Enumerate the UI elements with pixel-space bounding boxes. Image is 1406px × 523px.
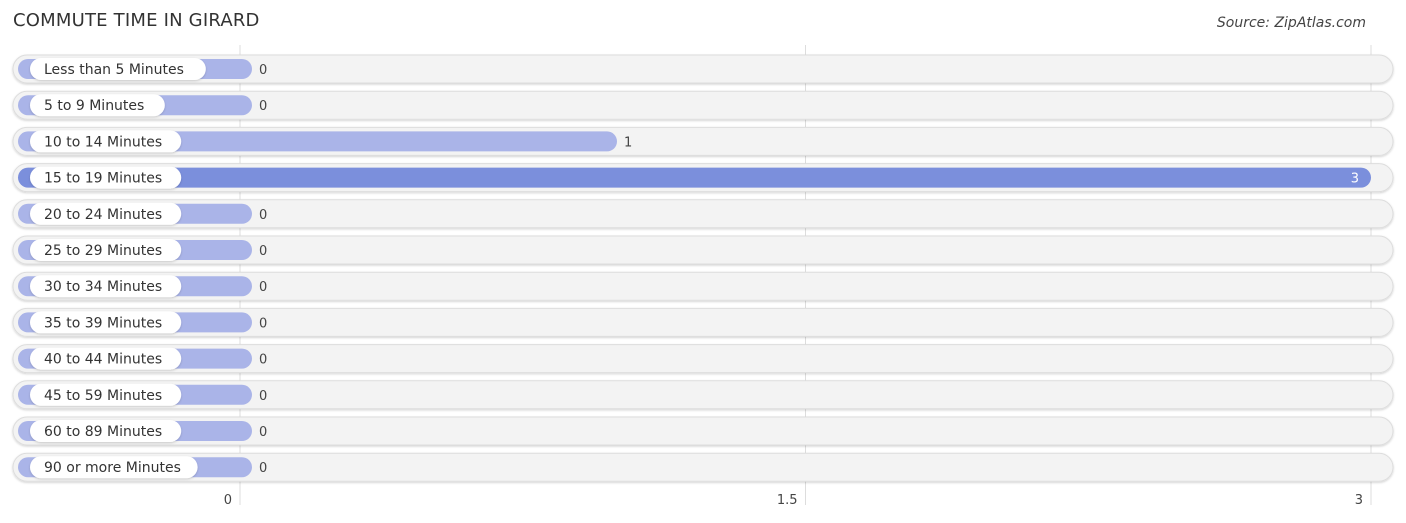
bar-row: 30 to 34 Minutes 0 [12,271,1394,301]
category-label: 20 to 24 Minutes [44,207,162,223]
category-label: 10 to 14 Minutes [44,134,162,150]
bar-row: 60 to 89 Minutes 0 [12,416,1394,446]
category-label: 25 to 29 Minutes [44,243,162,259]
category-label: 15 to 19 Minutes [44,171,162,187]
bar-row: 45 to 59 Minutes 0 [12,380,1394,410]
category-label: 30 to 34 Minutes [44,279,162,295]
x-tick-label: 1.5 [777,493,798,508]
value-label: 0 [259,280,267,295]
category-label: 90 or more Minutes [44,460,181,476]
x-tick-label: 3 [1355,493,1363,508]
value-label: 0 [259,244,267,259]
category-label: 40 to 44 Minutes [44,352,162,368]
x-tick-label: 0 [224,493,232,508]
value-label: 0 [259,208,267,223]
value-label: 0 [259,63,267,78]
bar-row: 20 to 24 Minutes 0 [12,199,1394,229]
category-label: 60 to 89 Minutes [44,424,162,440]
bar-row: 40 to 44 Minutes 0 [12,344,1394,374]
value-label: 0 [259,353,267,368]
value-label: 0 [259,316,267,331]
bar-row: 25 to 29 Minutes 0 [12,235,1394,265]
category-label: Less than 5 Minutes [44,62,184,78]
value-label: 3 [1351,172,1359,187]
bar-rows: Less than 5 Minutes 0 5 to 9 Minutes 0 10 to… [12,54,1394,482]
value-label: 0 [259,389,267,404]
bar-chart: Less than 5 Minutes 0 5 to 9 Minutes 0 10 to… [12,45,1394,508]
value-label: 0 [259,425,267,440]
bar-row: Less than 5 Minutes 0 [12,54,1394,84]
category-label: 45 to 59 Minutes [44,388,162,404]
bar-row: 35 to 39 Minutes 0 [12,307,1394,337]
value-label: 1 [624,135,632,150]
category-label: 5 to 9 Minutes [44,98,144,114]
value-label: 0 [259,461,267,476]
bar-row: 15 to 19 Minutes 3 [12,163,1394,193]
value-label: 0 [259,99,267,114]
bar [18,167,1371,188]
x-axis-ticks: 0 1.5 3 [224,493,1363,508]
bar-row: 5 to 9 Minutes 0 [12,90,1394,120]
bar-row: 10 to 14 Minutes 1 [12,126,1394,156]
bar-row: 90 or more Minutes 0 [12,452,1394,482]
category-label: 35 to 39 Minutes [44,315,162,331]
